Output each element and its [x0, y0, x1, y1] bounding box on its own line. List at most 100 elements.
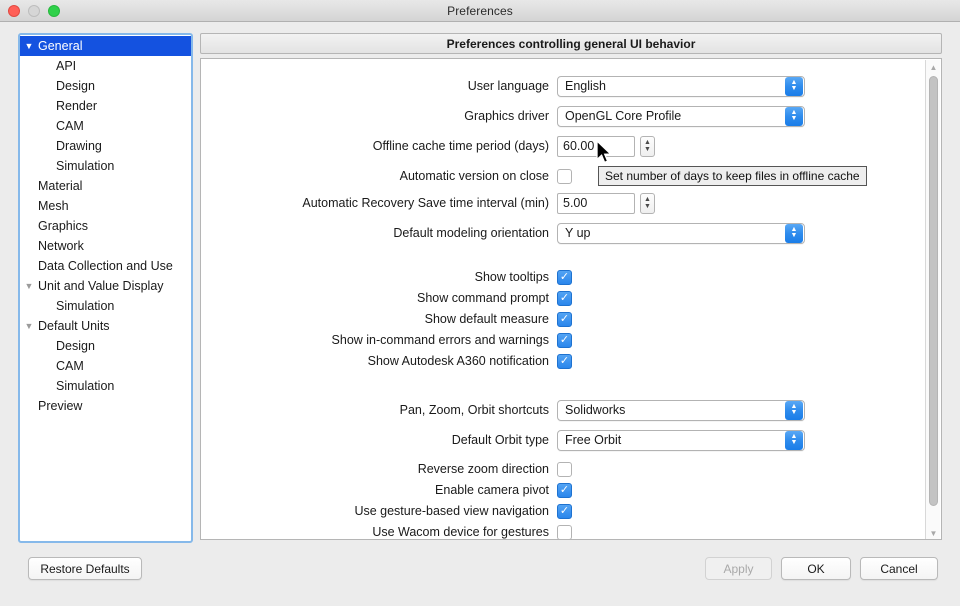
sidebar-item-cam[interactable]: CAM	[20, 116, 191, 136]
dropdown-pan-zoom-orbit-shortcuts[interactable]: Solidworks▲▼	[557, 400, 805, 421]
setting-label: Show command prompt	[201, 291, 557, 305]
stepper-down-icon[interactable]: ▼	[644, 146, 651, 153]
setting-row-show-in-command-errors-and-warnings: Show in-command errors and warnings✓	[201, 329, 572, 351]
sidebar-item-label: Drawing	[38, 139, 102, 153]
setting-row-show-default-measure: Show default measure✓	[201, 308, 572, 330]
sidebar-item-simulation[interactable]: Simulation	[20, 156, 191, 176]
sidebar-item-mesh[interactable]: Mesh	[20, 196, 191, 216]
setting-label: Reverse zoom direction	[201, 462, 557, 476]
dropdown-default-modeling-orientation[interactable]: Y up▲▼	[557, 223, 805, 244]
dropdown-graphics-driver[interactable]: OpenGL Core Profile▲▼	[557, 106, 805, 127]
setting-label: Use Wacom device for gestures	[201, 525, 557, 539]
stepper-down-icon[interactable]: ▼	[644, 203, 651, 210]
tooltip: Set number of days to keep files in offl…	[598, 166, 867, 186]
settings-scrollbar[interactable]: ▲ ▼	[925, 60, 940, 540]
sidebar-item-label: Mesh	[38, 199, 69, 213]
sidebar-item-label: Graphics	[38, 219, 88, 233]
mouse-cursor-arrow	[596, 140, 614, 171]
chevron-up-down-icon[interactable]: ▲▼	[785, 401, 803, 420]
sidebar-item-label: Unit and Value Display	[38, 279, 164, 293]
sidebar-item-default-units[interactable]: ▼Default Units	[20, 316, 191, 336]
setting-row-reverse-zoom-direction: Reverse zoom direction	[201, 458, 572, 480]
apply-button[interactable]: Apply	[705, 557, 772, 580]
sidebar-item-label: CAM	[38, 359, 84, 373]
dropdown-value: Free Orbit	[558, 433, 785, 447]
sidebar-item-material[interactable]: Material	[20, 176, 191, 196]
sidebar-item-graphics[interactable]: Graphics	[20, 216, 191, 236]
sidebar-item-api[interactable]: API	[20, 56, 191, 76]
sidebar-item-label: Design	[38, 339, 95, 353]
cancel-button[interactable]: Cancel	[860, 557, 938, 580]
setting-label: Show Autodesk A360 notification	[201, 354, 557, 368]
input-automatic-recovery-save-time-interval-min[interactable]: 5.00	[557, 193, 635, 214]
sidebar-item-design[interactable]: Design	[20, 336, 191, 356]
cancel-label: Cancel	[880, 562, 917, 576]
stepper-offline-cache-time-period-days[interactable]: ▲▼	[640, 136, 655, 157]
dropdown-value: English	[558, 79, 785, 93]
chevron-up-down-icon[interactable]: ▲▼	[785, 431, 803, 450]
setting-row-enable-camera-pivot: Enable camera pivot✓	[201, 479, 572, 501]
close-button[interactable]	[8, 5, 20, 17]
ok-button[interactable]: OK	[781, 557, 851, 580]
disclosure-triangle-icon[interactable]: ▼	[20, 322, 38, 331]
chevron-up-down-icon[interactable]: ▲▼	[785, 77, 803, 96]
setting-row-show-command-prompt: Show command prompt✓	[201, 287, 572, 309]
setting-label: Graphics driver	[201, 109, 557, 123]
sidebar-item-label: API	[38, 59, 76, 73]
disclosure-triangle-icon[interactable]: ▼	[20, 282, 38, 291]
sidebar-item-simulation[interactable]: Simulation	[20, 296, 191, 316]
checkbox-show-in-command-errors-and-warnings[interactable]: ✓	[557, 333, 572, 348]
checkbox-automatic-version-on-close[interactable]	[557, 169, 572, 184]
sidebar-item-label: Render	[38, 99, 97, 113]
checkbox-enable-camera-pivot[interactable]: ✓	[557, 483, 572, 498]
sidebar-item-simulation[interactable]: Simulation	[20, 376, 191, 396]
sidebar-item-preview[interactable]: Preview	[20, 396, 191, 416]
sidebar-item-design[interactable]: Design	[20, 76, 191, 96]
minimize-button[interactable]	[28, 5, 40, 17]
maximize-button[interactable]	[48, 5, 60, 17]
checkbox-use-gesture-based-view-navigation[interactable]: ✓	[557, 504, 572, 519]
setting-label: Automatic version on close	[201, 169, 557, 183]
dropdown-value: Y up	[558, 226, 785, 240]
restore-defaults-label: Restore Defaults	[40, 562, 129, 576]
sidebar-item-label: Simulation	[38, 159, 114, 173]
sidebar-item-label: Simulation	[38, 379, 114, 393]
sidebar-item-data-collection-and-use[interactable]: Data Collection and Use	[20, 256, 191, 276]
sidebar-item-label: Simulation	[38, 299, 114, 313]
sidebar-item-drawing[interactable]: Drawing	[20, 136, 191, 156]
window-title: Preferences	[0, 4, 960, 18]
checkbox-reverse-zoom-direction[interactable]	[557, 462, 572, 477]
sidebar-item-label: Material	[38, 179, 82, 193]
chevron-up-down-icon[interactable]: ▲▼	[785, 107, 803, 126]
setting-row-default-orbit-type: Default Orbit typeFree Orbit▲▼	[201, 429, 805, 451]
checkbox-show-tooltips[interactable]: ✓	[557, 270, 572, 285]
checkbox-show-autodesk-a360-notification[interactable]: ✓	[557, 354, 572, 369]
scroll-down-arrow[interactable]: ▼	[926, 526, 941, 540]
disclosure-triangle-icon[interactable]: ▼	[20, 42, 38, 51]
sidebar-item-unit-and-value-display[interactable]: ▼Unit and Value Display	[20, 276, 191, 296]
chevron-up-down-icon[interactable]: ▲▼	[785, 224, 803, 243]
tooltip-text: Set number of days to keep files in offl…	[605, 169, 860, 183]
sidebar-item-label: Default Units	[38, 319, 110, 333]
checkbox-show-command-prompt[interactable]: ✓	[557, 291, 572, 306]
sidebar-item-label: Data Collection and Use	[38, 259, 173, 273]
dropdown-user-language[interactable]: English▲▼	[557, 76, 805, 97]
dropdown-default-orbit-type[interactable]: Free Orbit▲▼	[557, 430, 805, 451]
sidebar-item-network[interactable]: Network	[20, 236, 191, 256]
preferences-category-tree[interactable]: ▼General API Design Render CAM Drawing Simulat…	[18, 33, 193, 543]
traffic-lights	[8, 5, 60, 17]
sidebar-item-general[interactable]: ▼General	[20, 36, 191, 56]
stepper-up-icon[interactable]: ▲	[644, 196, 651, 203]
sidebar-item-cam[interactable]: CAM	[20, 356, 191, 376]
checkbox-show-default-measure[interactable]: ✓	[557, 312, 572, 327]
setting-row-graphics-driver: Graphics driverOpenGL Core Profile▲▼	[201, 105, 805, 127]
checkbox-use-wacom-device-for-gestures[interactable]	[557, 525, 572, 540]
setting-label: Show default measure	[201, 312, 557, 326]
scrollbar-thumb[interactable]	[929, 76, 938, 506]
scroll-up-arrow[interactable]: ▲	[926, 60, 941, 74]
restore-defaults-button[interactable]: Restore Defaults	[28, 557, 142, 580]
stepper-automatic-recovery-save-time-interval-min[interactable]: ▲▼	[640, 193, 655, 214]
window-titlebar: Preferences	[0, 0, 960, 22]
sidebar-item-render[interactable]: Render	[20, 96, 191, 116]
stepper-up-icon[interactable]: ▲	[644, 139, 651, 146]
